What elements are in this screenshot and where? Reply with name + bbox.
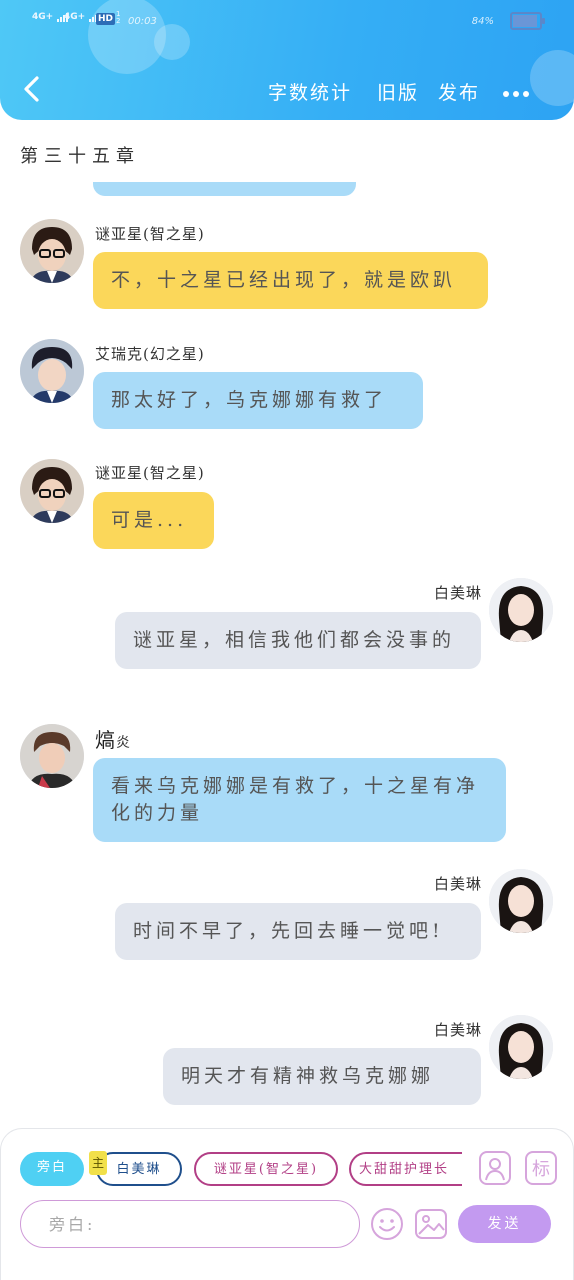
avatar-miyaxing[interactable] bbox=[20, 219, 84, 283]
character-chip-datiantian[interactable]: 大甜甜护理长 bbox=[349, 1152, 477, 1186]
hd-badge: HD bbox=[96, 13, 116, 25]
character-chip-miyaxing[interactable]: 谜亚星(智之星) bbox=[194, 1152, 338, 1186]
status-time: 00:03 bbox=[128, 16, 157, 27]
old-version-button[interactable]: 旧版 bbox=[377, 78, 419, 105]
header-decoration bbox=[530, 50, 574, 106]
tag-icon[interactable]: 标 bbox=[524, 1150, 558, 1186]
avatar-baimeilin[interactable] bbox=[489, 1015, 553, 1079]
word-count-button[interactable]: 字数统计 bbox=[268, 78, 352, 105]
sender-name: 谜亚星(智之星) bbox=[95, 225, 205, 243]
character-manage-icon[interactable] bbox=[478, 1150, 512, 1186]
avatar-baimeilin[interactable] bbox=[489, 578, 553, 642]
publish-button[interactable]: 发布 bbox=[438, 78, 480, 105]
message-bubble[interactable]: 明天才有精神救乌克娜娜 bbox=[163, 1048, 481, 1105]
app-header: 4G+ 4G+ HD 12 00:03 84% 字数统计 旧版 发布 bbox=[0, 0, 574, 120]
chip-list-edge bbox=[462, 1148, 478, 1192]
chapter-title: 第三十五章 bbox=[20, 146, 140, 167]
message-bubble[interactable]: 可是... bbox=[93, 492, 214, 549]
status-bar: 4G+ 4G+ HD 12 00:03 84% bbox=[32, 10, 545, 34]
send-button[interactable]: 发送 bbox=[458, 1205, 551, 1243]
sender-name: 白美琳 bbox=[433, 1021, 482, 1039]
image-icon[interactable] bbox=[414, 1207, 448, 1241]
chevron-left-icon bbox=[24, 76, 39, 102]
message-bubble[interactable]: 那太好了，乌克娜娜有救了 bbox=[93, 372, 423, 429]
hd-sim-index: 12 bbox=[116, 10, 121, 25]
message-bubble[interactable]: 时间不早了，先回去睡一觉吧! bbox=[115, 903, 481, 960]
avatar-baimeilin[interactable] bbox=[489, 869, 553, 933]
avatar-miyaxing[interactable] bbox=[20, 459, 84, 523]
sender-name: 谜亚星(智之星) bbox=[95, 464, 205, 482]
message-bubble[interactable]: 谜亚星，相信我他们都会没事的 bbox=[115, 612, 481, 669]
avatar-airuike[interactable] bbox=[20, 339, 84, 403]
message-bubble[interactable]: 看来乌克娜娜是有救了，十之星有净化的力量 bbox=[93, 758, 506, 842]
avatar-heyan[interactable] bbox=[20, 724, 84, 788]
message-input[interactable] bbox=[21, 1201, 359, 1247]
sender-name: 白美琳 bbox=[433, 875, 482, 893]
sender-name: 熇炎 bbox=[95, 728, 131, 752]
battery-percent: 84% bbox=[471, 16, 494, 27]
svg-text:标: 标 bbox=[532, 1159, 550, 1180]
main-character-badge: 主 bbox=[89, 1151, 107, 1175]
emoji-icon[interactable] bbox=[370, 1207, 404, 1241]
narration-chip[interactable]: 旁白 bbox=[20, 1152, 84, 1186]
battery-icon bbox=[510, 12, 545, 30]
message-input-wrapper bbox=[20, 1200, 360, 1248]
sender-name: 白美琳 bbox=[433, 584, 482, 602]
more-options-icon[interactable] bbox=[503, 82, 537, 97]
previous-message-bubble bbox=[93, 182, 356, 196]
back-button[interactable] bbox=[18, 74, 48, 104]
message-bubble[interactable]: 不，十之星已经出现了，就是欧趴 bbox=[93, 252, 488, 309]
character-chip-baimeilin[interactable]: 白美琳 bbox=[96, 1152, 182, 1186]
sender-name: 艾瑞克(幻之星) bbox=[95, 345, 205, 363]
